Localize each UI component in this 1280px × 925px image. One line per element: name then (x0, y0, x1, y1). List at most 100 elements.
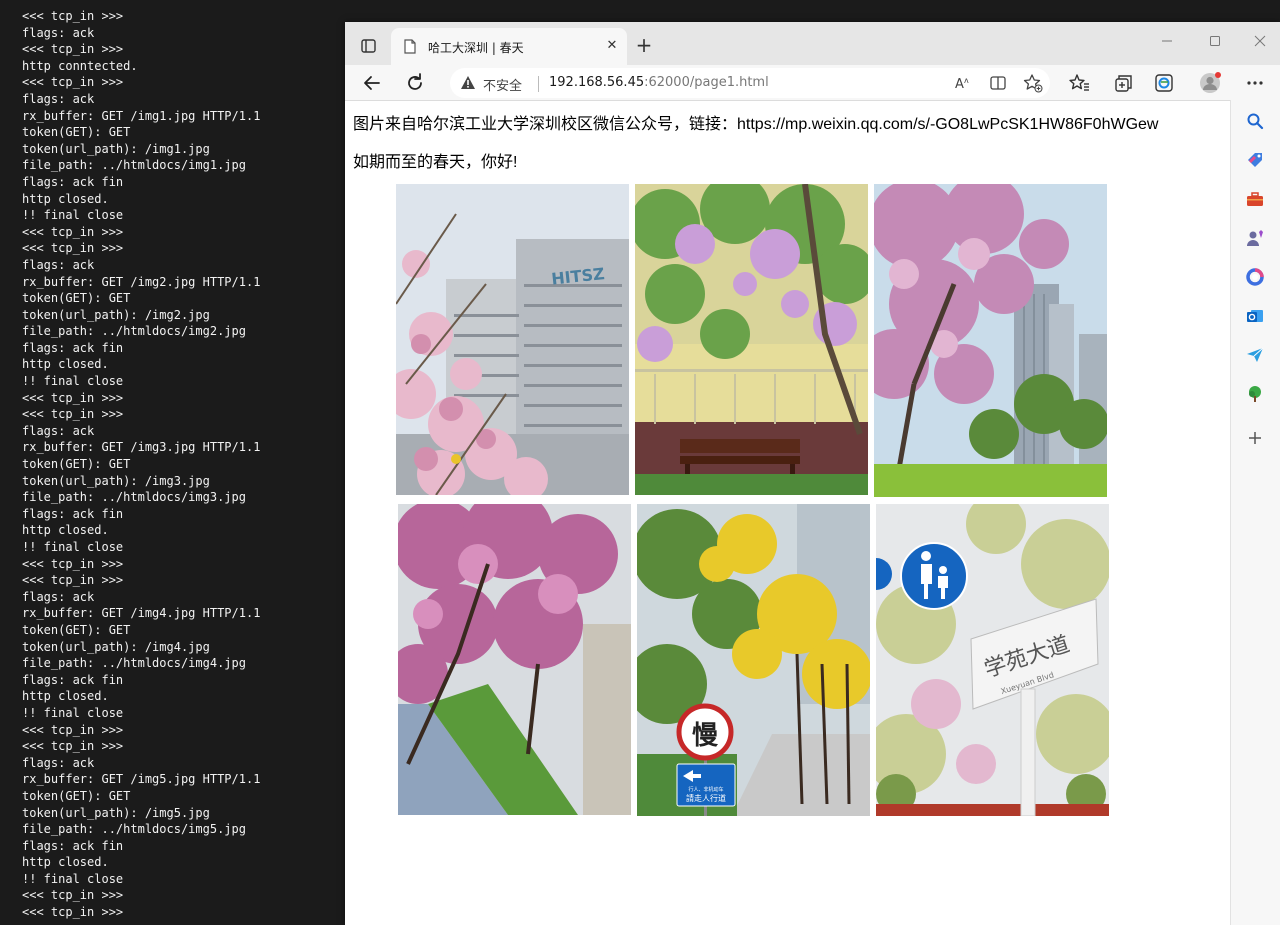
terminal-line: file_path: ../htmldocs/img1.jpg (22, 158, 246, 173)
url-text[interactable]: 192.168.56.45:62000/page1.html (549, 75, 769, 90)
terminal-line: flags: ack (22, 423, 95, 438)
terminal-line: http closed. (22, 855, 109, 870)
terminal-line: <<< tcp_in >>> (22, 42, 124, 57)
terminal-line: flags: ack fin (22, 340, 124, 355)
url-path: :62000/page1.html (644, 75, 769, 90)
tab-active[interactable]: 哈工大深圳 | 春天 ✕ (391, 28, 627, 65)
photo-slow-sign: 慢 行人、非机动车 請走人行道 (637, 504, 870, 816)
terminal-output: <<< tcp_in >>> flags: ack <<< tcp_in >>> ht… (22, 8, 260, 921)
reload-icon[interactable] (402, 70, 428, 96)
url-host: 192.168.56.45 (549, 75, 645, 90)
terminal-line: !! final close (22, 540, 124, 554)
new-tab-button[interactable]: + (633, 34, 655, 56)
address-separator (538, 76, 539, 92)
terminal-line: file_path: ../htmldocs/img4.jpg (22, 656, 246, 671)
ped-sign-text: 請走人行道 (686, 793, 726, 803)
photo-pink-tree-towers (874, 184, 1107, 497)
terminal-line: rx_buffer: GET /img2.jpg HTTP/1.1 (22, 274, 261, 289)
terminal-line: <<< tcp_in >>> (22, 556, 124, 571)
security-label[interactable]: 不安全 (483, 75, 522, 94)
tab-bar: 哈工大深圳 | 春天 ✕ + (345, 22, 1280, 65)
terminal-line: flags: ack (22, 257, 95, 272)
address-bar[interactable]: 不安全 192.168.56.45:62000/page1.html Aʌ (450, 68, 1050, 98)
terminal-line: file_path: ../htmldocs/img2.jpg (22, 324, 246, 339)
add-icon[interactable] (1246, 429, 1264, 447)
terminal-line: flags: ack (22, 755, 95, 770)
terminal-line: token(url_path): /img4.jpg (22, 639, 210, 654)
terminal-line: flags: ack (22, 91, 95, 106)
tab-actions-icon[interactable] (355, 34, 381, 58)
terminal-line: !! final close (22, 871, 124, 886)
search-icon[interactable] (1246, 112, 1264, 130)
back-arrow-icon[interactable] (359, 70, 385, 96)
terminal-line: !! final close (22, 705, 124, 720)
terminal-line: flags: ack fin (22, 174, 124, 189)
photo-bench-blossoms (635, 184, 868, 495)
terminal-line: rx_buffer: GET /img4.jpg HTTP/1.1 (22, 606, 261, 621)
maximize-icon[interactable] (1200, 32, 1230, 54)
source-text[interactable]: 图片来自哈尔滨工业大学深圳校区微信公众号，链接：https://mp.weixi… (353, 110, 1158, 134)
terminal-line: http closed. (22, 523, 109, 538)
outlook-icon[interactable] (1246, 307, 1264, 325)
photo-pink-path (398, 504, 631, 815)
terminal-line: file_path: ../htmldocs/img5.jpg (22, 822, 246, 837)
terminal-line: <<< tcp_in >>> (22, 390, 124, 405)
terminal-line: http closed. (22, 357, 109, 372)
terminal-line: rx_buffer: GET /img1.jpg HTTP/1.1 (22, 108, 261, 123)
profile-icon[interactable] (1197, 70, 1223, 96)
browser-window: 哈工大深圳 | 春天 ✕ + 不安全 192.168.56.45:62000/p… (345, 22, 1280, 925)
terminal-line: <<< tcp_in >>> (22, 905, 124, 920)
terminal-line: !! final close (22, 208, 124, 223)
terminal-line: token(GET): GET (22, 457, 131, 472)
terminal-line: flags: ack fin (22, 672, 124, 687)
terminal-line: <<< tcp_in >>> (22, 739, 124, 754)
terminal-line: token(GET): GET (22, 291, 131, 306)
terminal-line: file_path: ../htmldocs/img3.jpg (22, 490, 246, 505)
terminal-line: token(url_path): /img5.jpg (22, 805, 210, 820)
read-aloud-icon[interactable]: Aʌ (952, 72, 974, 94)
people-icon[interactable] (1246, 229, 1264, 247)
collections-icon[interactable] (1110, 70, 1136, 96)
terminal-line: <<< tcp_in >>> (22, 224, 124, 239)
photo-road-sign: 学苑大道 Xueyuan Blvd (876, 504, 1109, 816)
favorites-icon[interactable] (1066, 70, 1092, 96)
terminal-line: flags: ack (22, 589, 95, 604)
terminal-line: <<< tcp_in >>> (22, 75, 124, 90)
terminal-line: <<< tcp_in >>> (22, 9, 124, 23)
terminal-line: flags: ack fin (22, 506, 124, 521)
ped-sign-small-text: 行人、非机动车 (688, 786, 723, 793)
page-content: 图片来自哈尔滨工业大学深圳校区微信公众号，链接：https://mp.weixi… (345, 101, 1229, 925)
window-close-icon[interactable] (1245, 32, 1275, 54)
tree-icon[interactable] (1246, 385, 1264, 403)
svg-text:ʌ: ʌ (964, 76, 969, 85)
terminal-line: <<< tcp_in >>> (22, 241, 124, 256)
send-icon[interactable] (1246, 346, 1264, 364)
tag-icon[interactable] (1246, 151, 1264, 169)
terminal-line: token(url_path): /img1.jpg (22, 141, 210, 156)
terminal-window[interactable]: <<< tcp_in >>> flags: ack <<< tcp_in >>> ht… (0, 0, 345, 925)
terminal-line: token(GET): GET (22, 622, 131, 637)
terminal-line: http closed. (22, 191, 109, 206)
terminal-line: flags: ack (22, 25, 95, 40)
tab-close-icon[interactable]: ✕ (603, 37, 621, 55)
terminal-line: flags: ack fin (22, 838, 124, 853)
warning-icon[interactable] (460, 75, 476, 94)
terminal-line: token(GET): GET (22, 788, 131, 803)
more-icon[interactable] (1242, 70, 1268, 96)
minimize-icon[interactable] (1152, 32, 1182, 54)
terminal-line: rx_buffer: GET /img5.jpg HTTP/1.1 (22, 772, 261, 787)
tab-title: 哈工大深圳 | 春天 (428, 41, 524, 55)
add-favorite-icon[interactable] (1022, 72, 1044, 94)
terminal-line: rx_buffer: GET /img3.jpg HTTP/1.1 (22, 440, 261, 455)
split-screen-icon[interactable] (987, 72, 1009, 94)
edge-sidebar (1230, 100, 1280, 925)
terminal-line: http closed. (22, 689, 109, 704)
toolbox-icon[interactable] (1246, 190, 1264, 208)
terminal-line: <<< tcp_in >>> (22, 407, 124, 422)
edge-icon[interactable] (1151, 70, 1177, 96)
terminal-line: <<< tcp_in >>> (22, 573, 124, 588)
photo-campus-building: HITSZ (396, 184, 629, 495)
terminal-line: <<< tcp_in >>> (22, 722, 124, 737)
navigation-toolbar: 不安全 192.168.56.45:62000/page1.html Aʌ (345, 65, 1280, 101)
office-icon[interactable] (1246, 268, 1264, 286)
